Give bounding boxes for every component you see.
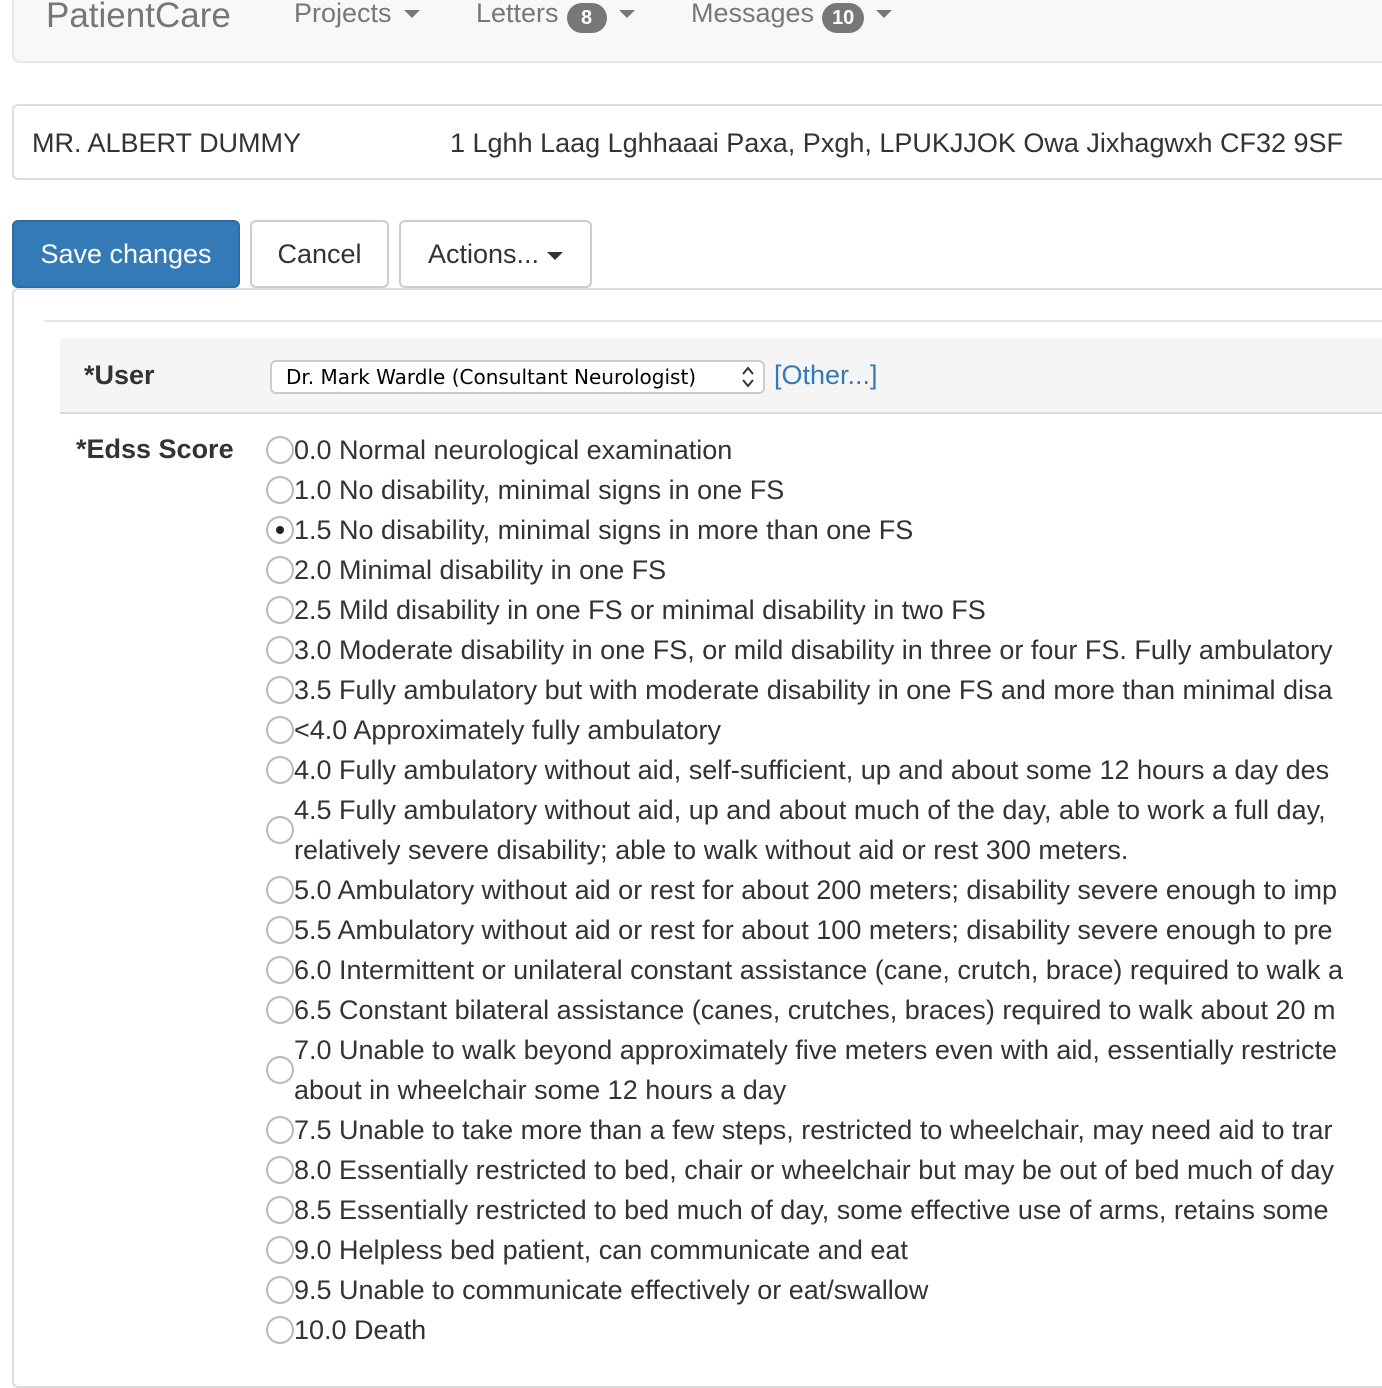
top-navbar: PatientCare Projects Letters 8 Messages …: [12, 0, 1382, 63]
edss-option-label: 8.5 Essentially restricted to bed much o…: [294, 1195, 1329, 1225]
edss-option[interactable]: 9.0 Helpless bed patient, can communicat…: [266, 1230, 1382, 1270]
edss-option-label: 1.5 No disability, minimal signs in more…: [294, 515, 914, 545]
edss-option[interactable]: 4.0 Fully ambulatory without aid, self-s…: [266, 750, 1382, 790]
edss-radio-button[interactable]: [266, 876, 294, 904]
edss-radio-button[interactable]: [266, 1316, 294, 1344]
edss-radio-button[interactable]: [266, 916, 294, 944]
edss-option[interactable]: 10.0 Death: [266, 1310, 1382, 1350]
edss-option-label: 1.0 No disability, minimal signs in one …: [294, 475, 785, 505]
edss-option[interactable]: 8.5 Essentially restricted to bed much o…: [266, 1190, 1382, 1230]
caret-down-icon: [618, 9, 635, 18]
edss-option[interactable]: 0.0 Normal neurological examination: [266, 430, 1382, 470]
actions-label: Actions...: [427, 239, 540, 269]
edss-radio-button[interactable]: [266, 676, 294, 704]
edss-radio-button[interactable]: [266, 636, 294, 664]
select-arrows-icon: [742, 366, 754, 388]
edss-radio-button[interactable]: [266, 1276, 294, 1304]
cancel-button[interactable]: Cancel: [250, 220, 389, 288]
edss-option-label: 10.0 Death: [294, 1315, 427, 1345]
edss-radio-button[interactable]: [266, 436, 294, 464]
edss-option-label: 9.0 Helpless bed patient, can communicat…: [294, 1235, 908, 1265]
caret-down-icon: [403, 9, 420, 18]
save-changes-button[interactable]: Save changes: [12, 220, 240, 288]
nav-projects-dropdown[interactable]: Projects: [294, 0, 420, 29]
divider: [44, 320, 1382, 322]
nav-messages-label: Messages: [691, 0, 815, 28]
edss-radio-button[interactable]: [266, 756, 294, 784]
edss-option-label: 3.0 Moderate disability in one FS, or mi…: [294, 635, 1333, 665]
edss-radio-button[interactable]: [266, 1056, 294, 1084]
edss-option-label: 6.0 Intermittent or unilateral constant …: [294, 955, 1344, 985]
edss-radio-button[interactable]: [266, 596, 294, 624]
edss-option[interactable]: 8.0 Essentially restricted to bed, chair…: [266, 1150, 1382, 1190]
edss-option[interactable]: 1.0 No disability, minimal signs in one …: [266, 470, 1382, 510]
nav-letters-dropdown[interactable]: Letters 8: [476, 0, 635, 33]
edss-option[interactable]: 2.0 Minimal disability in one FS: [266, 550, 1382, 590]
edss-radio-button[interactable]: [266, 996, 294, 1024]
user-field-row: *User Dr. Mark Wardle (Consultant Neurol…: [60, 338, 1382, 414]
edss-radio-button[interactable]: [266, 516, 294, 544]
edss-radio-button[interactable]: [266, 956, 294, 984]
edss-option[interactable]: 7.0 Unable to walk beyond approximately …: [266, 1030, 1382, 1110]
edss-option[interactable]: 1.5 No disability, minimal signs in more…: [266, 510, 1382, 550]
user-select[interactable]: Dr. Mark Wardle (Consultant Neurologist): [270, 360, 765, 394]
edss-option-label: <4.0 Approximately fully ambulatory: [294, 715, 721, 745]
patient-banner: MR. ALBERT DUMMY 1 Lghh Laag Lghhaaai Pa…: [12, 104, 1382, 180]
edss-option-label: 3.5 Fully ambulatory but with moderate d…: [294, 675, 1333, 705]
other-user-link[interactable]: [Other...]: [774, 360, 878, 391]
edss-radio-button[interactable]: [266, 1116, 294, 1144]
brand-logo[interactable]: PatientCare: [46, 0, 231, 36]
caret-down-icon: [547, 251, 564, 260]
edss-option-label: 9.5 Unable to communicate effectively or…: [294, 1275, 929, 1305]
edss-radio-button[interactable]: [266, 1196, 294, 1224]
user-select-value: Dr. Mark Wardle (Consultant Neurologist): [286, 365, 697, 389]
edss-option[interactable]: 7.5 Unable to take more than a few steps…: [266, 1110, 1382, 1150]
edss-radio-button[interactable]: [266, 1156, 294, 1184]
edss-radio-button[interactable]: [266, 556, 294, 584]
edss-radio-group: 0.0 Normal neurological examination 1.0 N…: [266, 430, 1382, 1350]
edss-option[interactable]: 5.5 Ambulatory without aid or rest for a…: [266, 910, 1382, 950]
edss-option-label: 8.0 Essentially restricted to bed, chair…: [294, 1155, 1335, 1185]
edss-option-label: 6.5 Constant bilateral assistance (canes…: [294, 995, 1336, 1025]
edss-option[interactable]: 3.5 Fully ambulatory but with moderate d…: [266, 670, 1382, 710]
nav-projects-label: Projects: [294, 0, 392, 28]
messages-count-badge: 10: [822, 2, 865, 33]
edss-score-label: *Edss Score: [76, 434, 234, 464]
edss-option-label: 7.0 Unable to walk beyond approximately …: [294, 1035, 1338, 1105]
letters-count-badge: 8: [566, 2, 607, 33]
edss-option-label: 2.0 Minimal disability in one FS: [294, 555, 667, 585]
edss-option-label: 4.5 Fully ambulatory without aid, up and…: [294, 795, 1326, 865]
nav-letters-label: Letters: [476, 0, 559, 28]
actions-dropdown-button[interactable]: Actions...: [399, 220, 592, 288]
edss-option[interactable]: <4.0 Approximately fully ambulatory: [266, 710, 1382, 750]
edss-option[interactable]: 4.5 Fully ambulatory without aid, up and…: [266, 790, 1382, 870]
edss-radio-button[interactable]: [266, 716, 294, 744]
patient-address: 1 Lghh Laag Lghhaaai Paxa, Pxgh, LPUKJJO…: [450, 128, 1344, 158]
nav-messages-dropdown[interactable]: Messages 10: [691, 0, 893, 33]
patient-name: MR. ALBERT DUMMY: [32, 128, 302, 158]
edss-option[interactable]: 9.5 Unable to communicate effectively or…: [266, 1270, 1382, 1310]
edss-radio-button[interactable]: [266, 816, 294, 844]
edss-option[interactable]: 5.0 Ambulatory without aid or rest for a…: [266, 870, 1382, 910]
edss-option[interactable]: 6.0 Intermittent or unilateral constant …: [266, 950, 1382, 990]
edss-option[interactable]: 2.5 Mild disability in one FS or minimal…: [266, 590, 1382, 630]
user-field-label: *User: [84, 360, 155, 390]
edss-option[interactable]: 3.0 Moderate disability in one FS, or mi…: [266, 630, 1382, 670]
edss-option-label: 0.0 Normal neurological examination: [294, 435, 733, 465]
caret-down-icon: [876, 9, 893, 18]
edss-option-label: 2.5 Mild disability in one FS or minimal…: [294, 595, 986, 625]
edss-radio-button[interactable]: [266, 476, 294, 504]
edss-option-label: 5.0 Ambulatory without aid or rest for a…: [294, 875, 1338, 905]
edss-option-label: 5.5 Ambulatory without aid or rest for a…: [294, 915, 1333, 945]
edss-option-label: 7.5 Unable to take more than a few steps…: [294, 1115, 1333, 1145]
edss-option[interactable]: 6.5 Constant bilateral assistance (canes…: [266, 990, 1382, 1030]
edss-option-label: 4.0 Fully ambulatory without aid, self-s…: [294, 755, 1330, 785]
edss-radio-button[interactable]: [266, 1236, 294, 1264]
